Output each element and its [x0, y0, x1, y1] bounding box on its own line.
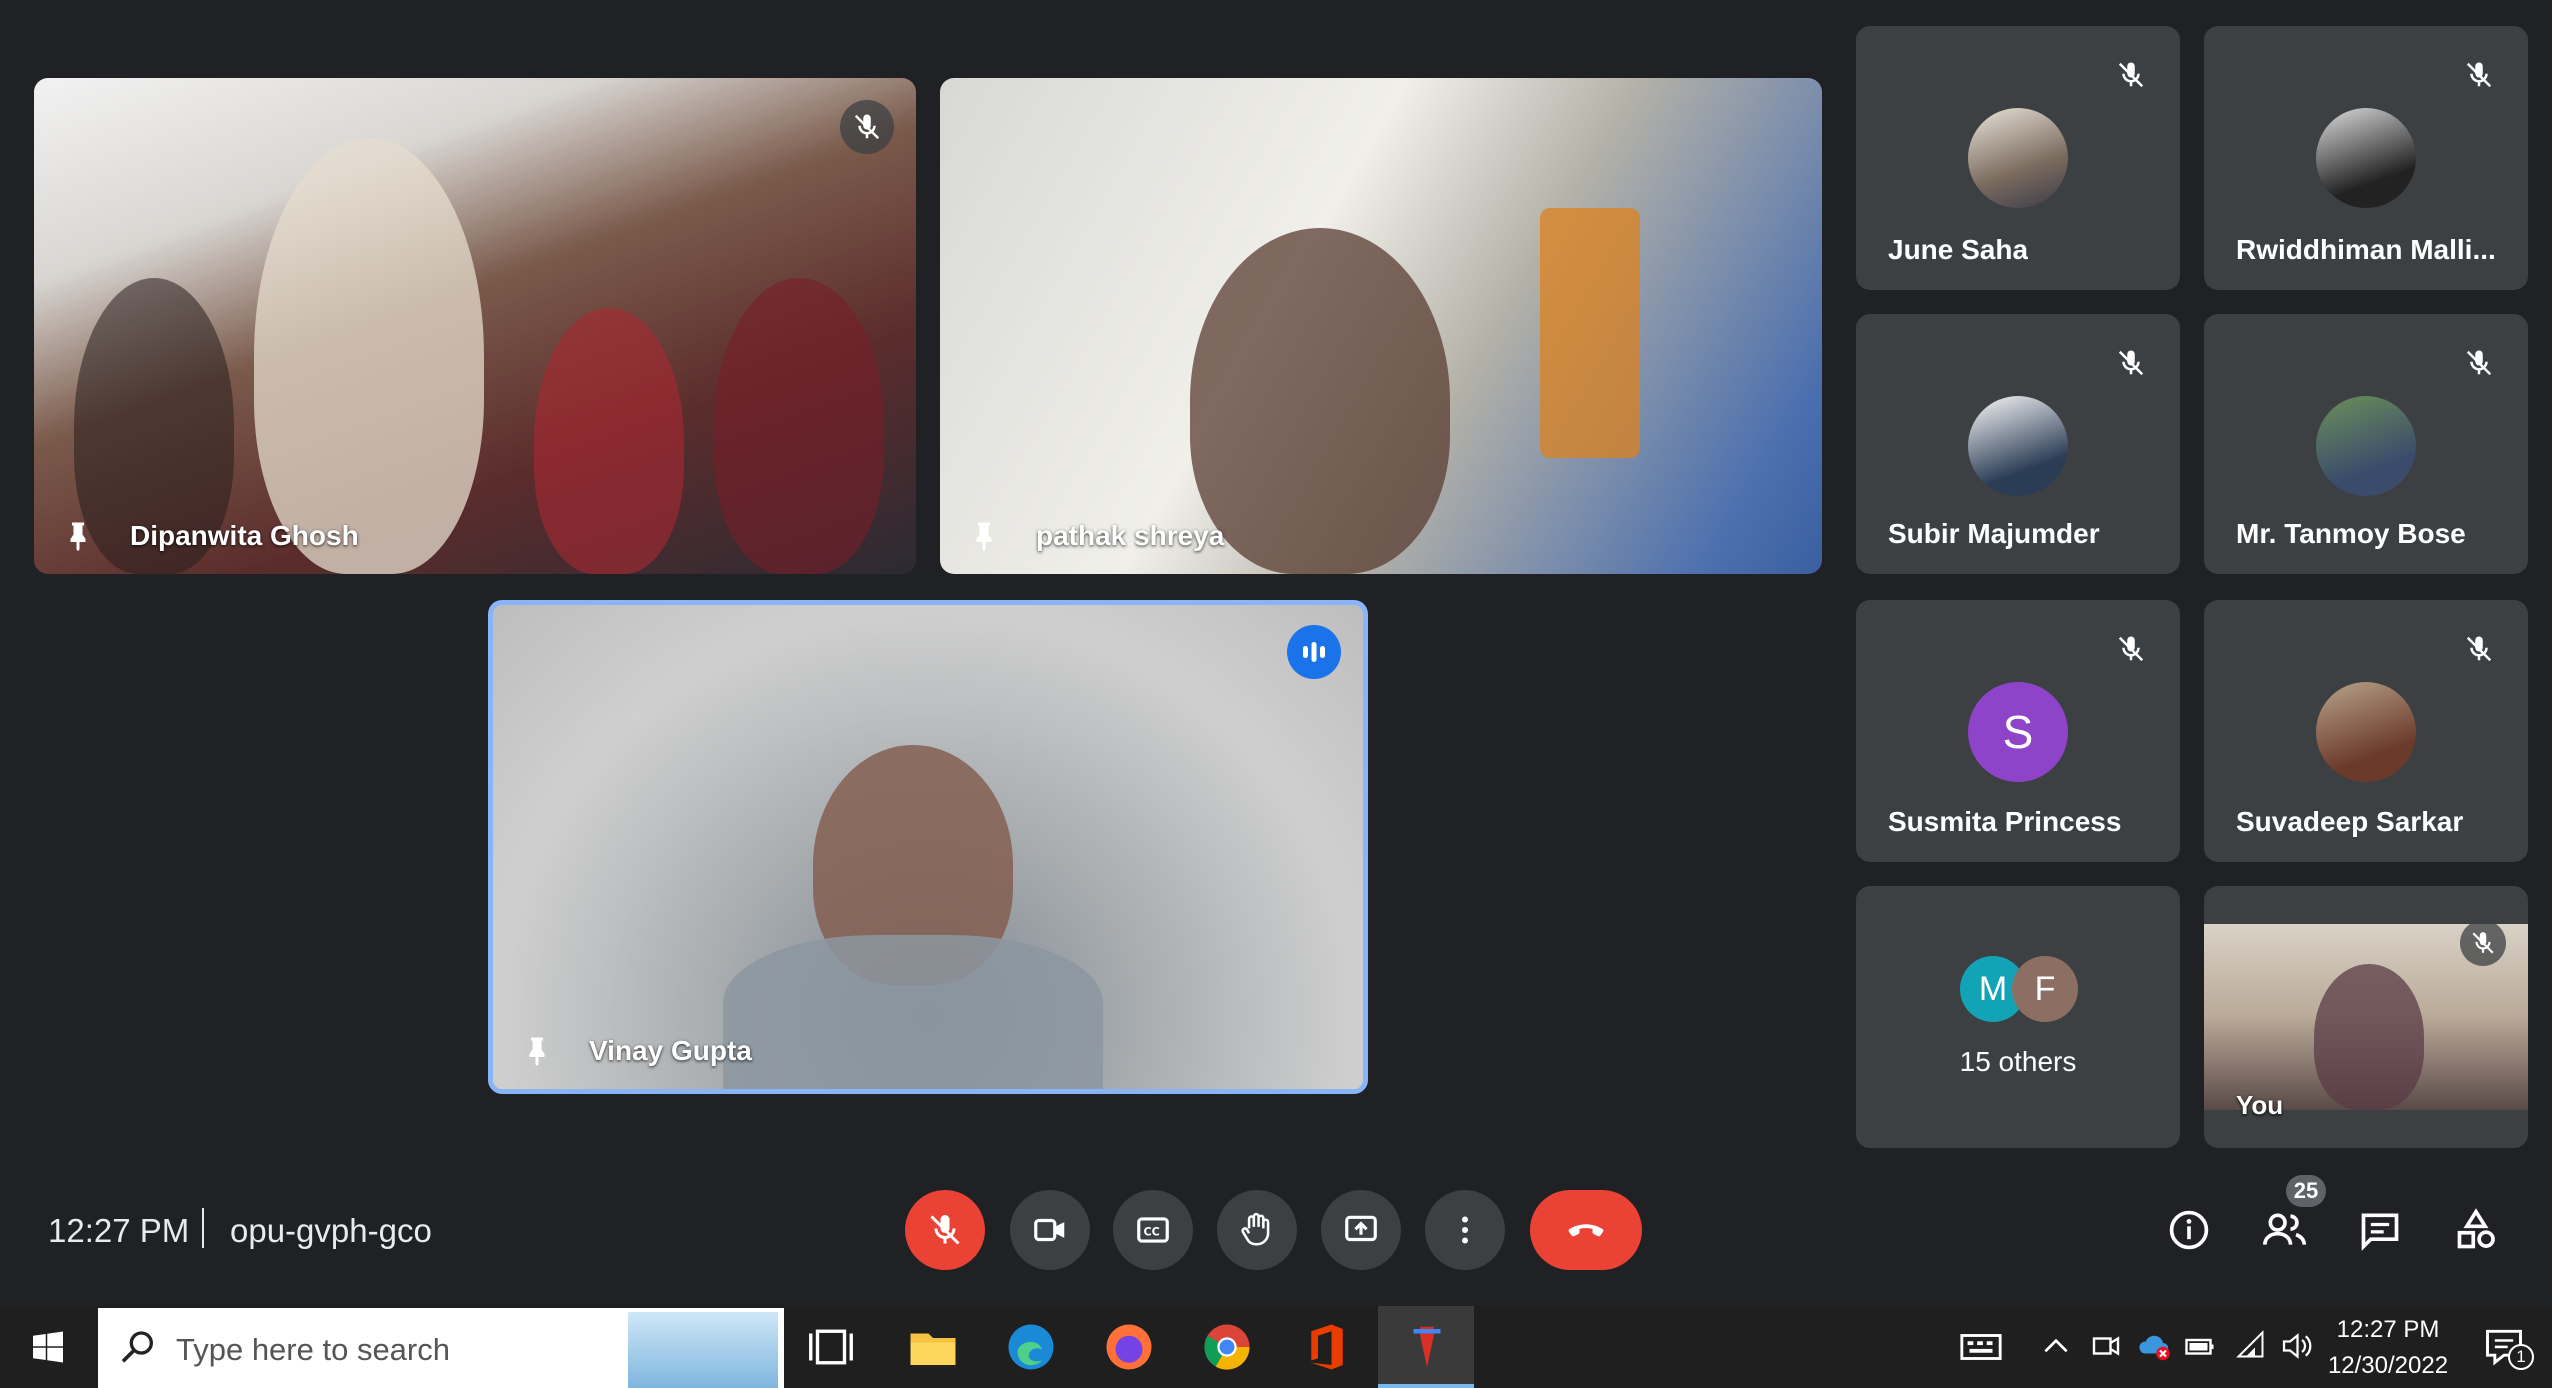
meet-now-icon[interactable] — [2088, 1328, 2124, 1364]
participant-tile-subir-majumder[interactable]: Subir Majumder — [1856, 314, 2180, 574]
app-icon — [1413, 1326, 1441, 1368]
chat-icon — [2361, 1213, 2399, 1251]
task-view-icon[interactable] — [804, 1320, 858, 1374]
firefox-icon[interactable] — [1102, 1320, 1156, 1374]
participant-name: Subir Majumder — [1888, 518, 2100, 549]
avatar — [2316, 396, 2416, 496]
people-button[interactable] — [2255, 1200, 2315, 1260]
taskbar-search-box[interactable]: Type here to search — [98, 1308, 784, 1388]
chat-button[interactable] — [2350, 1200, 2410, 1260]
muted-icon — [2104, 622, 2158, 676]
muted-icon — [2104, 336, 2158, 390]
clock-date[interactable]: 12/30/2022 — [2318, 1352, 2458, 1380]
muted-icon — [2452, 336, 2506, 390]
people-icon — [2263, 1213, 2307, 1245]
meeting-control-bar: 12:27 PM opu-gvph-gco CC 25 — [0, 1160, 2552, 1290]
chrome-icon[interactable] — [1200, 1320, 1254, 1374]
raise-hand-button[interactable] — [1217, 1190, 1297, 1270]
camera-icon — [1034, 1218, 1065, 1242]
pin-icon[interactable] — [966, 516, 1002, 556]
muted-icon — [840, 100, 894, 154]
participant-name: pathak shreya — [1036, 520, 1225, 551]
file-explorer-icon[interactable] — [906, 1320, 960, 1374]
participant-name: Suvadeep Sarkar — [2236, 806, 2464, 837]
participant-name: June Saha — [1888, 234, 2029, 265]
edge-browser-icon[interactable] — [1004, 1320, 1058, 1374]
office-icon[interactable] — [1300, 1320, 1354, 1374]
svg-text:CC: CC — [1144, 1226, 1160, 1239]
participant-name: Mr. Tanmoy Bose — [2236, 518, 2466, 549]
avatar-f: F — [2012, 956, 2078, 1022]
clock-time[interactable]: 12:27 PM — [2326, 1316, 2450, 1344]
participant-name: Susmita Princess — [1888, 806, 2122, 837]
participant-tile-june-saha[interactable]: June Saha — [1856, 26, 2180, 290]
participant-name: Vinay Gupta — [589, 1035, 752, 1066]
meeting-code: opu-gvph-gco — [230, 1212, 432, 1249]
notification-center-button[interactable]: 1 — [2478, 1320, 2538, 1376]
participant-tile-rwiddhiman[interactable]: Rwiddhiman Malli... — [2204, 26, 2528, 290]
more-vert-icon — [1462, 1216, 1468, 1244]
speaking-indicator-icon — [1287, 625, 1341, 679]
meeting-time: 12:27 PM — [48, 1212, 190, 1249]
keyboard-icon[interactable] — [1956, 1324, 2006, 1370]
muted-icon — [2104, 48, 2158, 102]
captions-icon: CC — [1137, 1217, 1169, 1243]
self-label: You — [2236, 1090, 2284, 1120]
start-button[interactable] — [0, 1306, 96, 1388]
hang-up-icon — [1568, 1224, 1604, 1237]
video-tile-dipanwita-ghosh[interactable]: Dipanwita Ghosh — [34, 78, 916, 574]
participant-name: Rwiddhiman Malli... — [2236, 234, 2496, 265]
onedrive-error-icon[interactable] — [2134, 1328, 2174, 1364]
windows-logo-icon — [33, 1331, 63, 1363]
participant-tile-susmita-princess[interactable]: S Susmita Princess — [1856, 600, 2180, 862]
muted-icon — [2452, 622, 2506, 676]
avatar — [2316, 108, 2416, 208]
more-options-button[interactable] — [1425, 1190, 1505, 1270]
video-tile-pathak-shreya[interactable]: pathak shreya — [940, 78, 1822, 574]
pin-icon[interactable] — [519, 1031, 555, 1071]
participant-tile-suvadeep-sarkar[interactable]: Suvadeep Sarkar — [2204, 600, 2528, 862]
muted-icon — [2452, 48, 2506, 102]
participant-name: Dipanwita Ghosh — [130, 520, 359, 551]
video-tile-vinay-gupta[interactable]: Vinay Gupta — [488, 600, 1368, 1094]
muted-icon — [2460, 920, 2506, 966]
volume-icon[interactable] — [2276, 1328, 2316, 1364]
hand-icon — [1241, 1212, 1270, 1246]
battery-icon[interactable] — [2180, 1328, 2220, 1364]
present-icon — [1345, 1215, 1377, 1242]
activities-button[interactable] — [2446, 1200, 2506, 1260]
wifi-icon[interactable] — [2232, 1328, 2272, 1364]
microphone-toggle-button[interactable] — [905, 1190, 985, 1270]
camera-toggle-button[interactable] — [1010, 1190, 1090, 1270]
avatar — [1968, 396, 2068, 496]
participant-tile-tanmoy-bose[interactable]: Mr. Tanmoy Bose — [2204, 314, 2528, 574]
mic-off-icon — [930, 1215, 960, 1245]
search-icon — [121, 1331, 153, 1363]
search-highlight-illustration — [628, 1312, 778, 1388]
windows-taskbar: Type here to search 12:27 PM 12/30/2022 … — [0, 1306, 2552, 1388]
search-placeholder: Type here to search — [176, 1332, 450, 1367]
notification-count: 1 — [2508, 1344, 2534, 1370]
captions-button[interactable]: CC — [1113, 1190, 1193, 1270]
divider — [202, 1208, 204, 1248]
others-count-label: 15 others — [1959, 1046, 2077, 1077]
pin-icon[interactable] — [60, 516, 96, 556]
chevron-up-icon[interactable] — [2040, 1330, 2072, 1362]
info-icon — [2169, 1210, 2209, 1250]
avatar — [2316, 682, 2416, 782]
avatar — [1968, 108, 2068, 208]
meeting-details-button[interactable] — [2159, 1200, 2219, 1260]
avatar: S — [1968, 682, 2068, 782]
present-screen-button[interactable] — [1321, 1190, 1401, 1270]
others-tile[interactable]: M F 15 others — [1856, 886, 2180, 1148]
active-app-indicator[interactable] — [1378, 1306, 1474, 1388]
leave-call-button[interactable] — [1530, 1190, 1642, 1270]
activities-icon — [2457, 1208, 2495, 1249]
self-video-tile[interactable]: You — [2204, 886, 2528, 1148]
